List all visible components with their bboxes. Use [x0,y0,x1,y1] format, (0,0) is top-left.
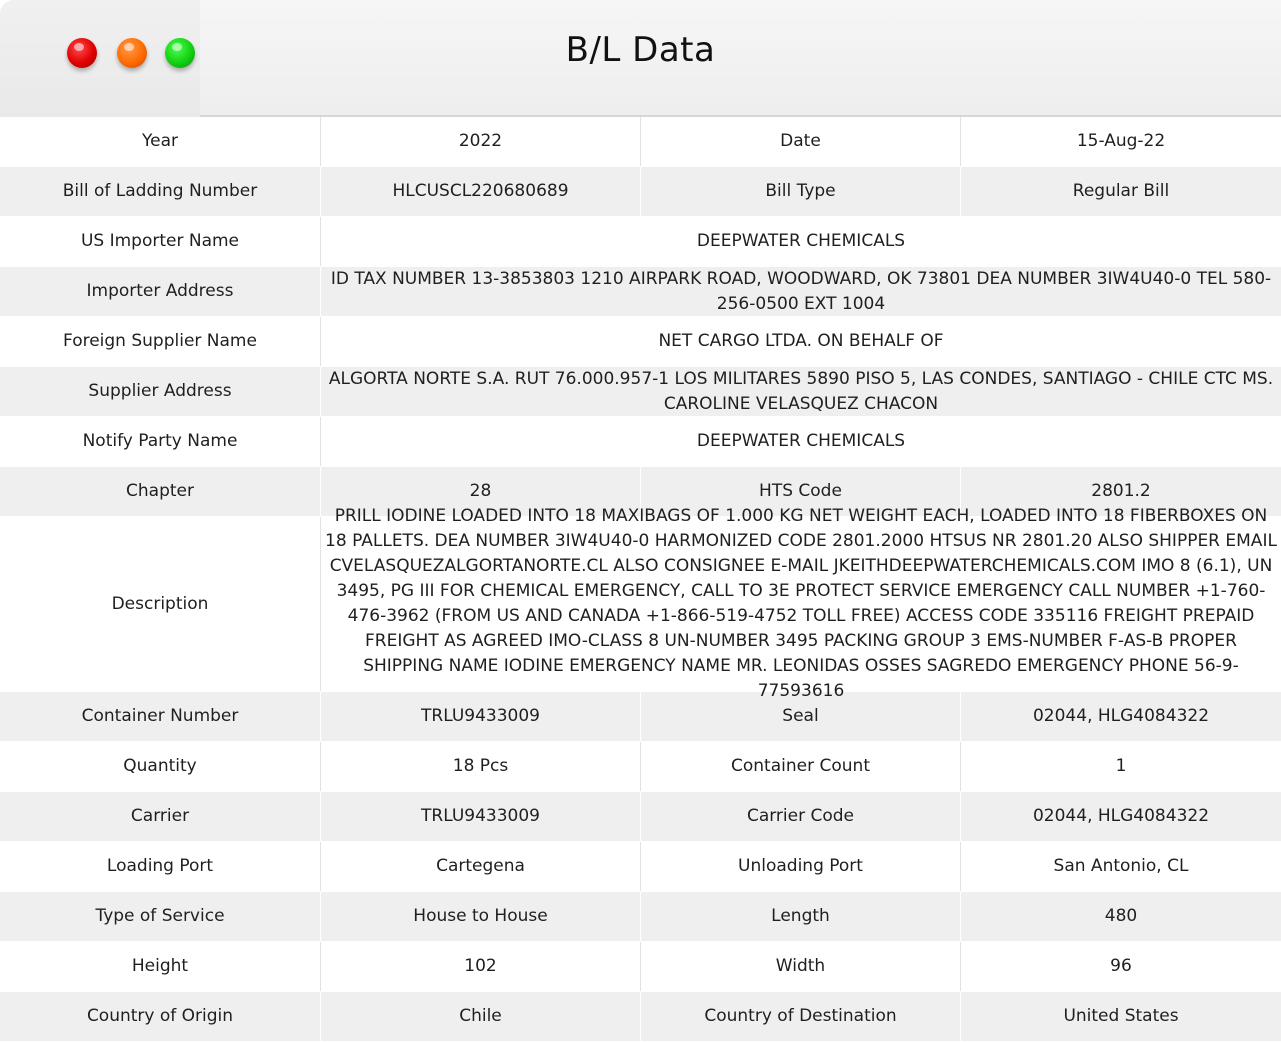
importer-address-label: Importer Address [86,281,234,301]
table-row-country: Country of Origin Chile Country of Desti… [0,992,1281,1042]
title-bar: B/L Data [0,0,1281,117]
width-value: 96 [960,942,1281,991]
chapter-label: Chapter [126,481,194,501]
service-type-label: Type of Service [95,906,225,926]
table-row-height: Height 102 Width 96 [0,942,1281,992]
container-number-value: TRLU9433009 [320,692,640,741]
date-value: 15-Aug-22 [960,117,1281,166]
bill-type-label: Bill Type [640,167,960,216]
table-row-quantity: Quantity 18 Pcs Container Count 1 [0,742,1281,792]
table-row-importer-address: Importer Address ID TAX NUMBER 13-385380… [0,267,1281,317]
table-row-container: Container Number TRLU9433009 Seal 02044,… [0,692,1281,742]
container-count-label: Container Count [640,742,960,791]
container-count-value: 1 [960,742,1281,791]
notify-party-value: DEEPWATER CHEMICALS [320,417,1281,466]
carrier-code-value: 02044, HLG4084322 [960,792,1281,841]
importer-name-value: DEEPWATER CHEMICALS [320,217,1281,266]
quantity-value: 18 Pcs [320,742,640,791]
length-value: 480 [960,892,1281,941]
table-row-year: Year 2022 Date 15-Aug-22 [0,117,1281,167]
window-title: B/L Data [565,30,716,70]
supplier-name-label: Foreign Supplier Name [63,331,257,351]
table-row-supplier-name: Foreign Supplier Name NET CARGO LTDA. ON… [0,317,1281,367]
description-value: PRILL IODINE LOADED INTO 18 MAXIBAGS OF … [320,506,1281,701]
carrier-code-label: Carrier Code [640,792,960,841]
table-row-service: Type of Service House to House Length 48… [0,892,1281,942]
date-label: Date [640,117,960,166]
supplier-name-value: NET CARGO LTDA. ON BEHALF OF [320,317,1281,366]
bill-type-value: Regular Bill [960,167,1281,216]
bill-number-value: HLCUSCL220680689 [320,167,640,216]
loading-port-value: Cartegena [320,842,640,891]
unloading-port-value: San Antonio, CL [960,842,1281,891]
country-destination-label: Country of Destination [640,992,960,1041]
importer-name-label: US Importer Name [80,231,240,251]
carrier-label: Carrier [130,806,190,826]
table-row-supplier-address: Supplier Address ALGORTA NORTE S.A. RUT … [0,367,1281,417]
bl-data-window: B/L Data Year 2022 Date 15-Aug-22 Bill o… [0,0,1281,1043]
year-value: 2022 [320,117,640,166]
country-origin-label: Country of Origin [86,1006,234,1026]
table-row-bill: Bill of Ladding Number HLCUSCL220680689 … [0,167,1281,217]
notify-party-label: Notify Party Name [82,431,238,451]
table-row-importer-name: US Importer Name DEEPWATER CHEMICALS [0,217,1281,267]
height-label: Height [131,956,189,976]
table-row-notify-party: Notify Party Name DEEPWATER CHEMICALS [0,417,1281,467]
height-value: 102 [320,942,640,991]
table-row-description: Description PRILL IODINE LOADED INTO 18 … [0,506,1281,701]
year-label: Year [142,131,178,151]
bill-number-label: Bill of Ladding Number [62,181,258,201]
country-destination-value: United States [960,992,1281,1041]
table-row-ports: Loading Port Cartegena Unloading Port Sa… [0,842,1281,892]
service-type-value: House to House [320,892,640,941]
unloading-port-label: Unloading Port [640,842,960,891]
length-label: Length [640,892,960,941]
supplier-address-value: ALGORTA NORTE S.A. RUT 76.000.957-1 LOS … [320,367,1281,416]
bl-data-table: Year 2022 Date 15-Aug-22 Bill of Ladding… [0,117,1281,1042]
width-label: Width [640,942,960,991]
seal-label: Seal [640,692,960,741]
container-number-label: Container Number [81,706,239,726]
seal-value: 02044, HLG4084322 [960,692,1281,741]
country-origin-value: Chile [320,992,640,1041]
importer-address-value: ID TAX NUMBER 13-3853803 1210 AIRPARK RO… [320,267,1281,316]
supplier-address-label: Supplier Address [88,381,232,401]
table-row-carrier: Carrier TRLU9433009 Carrier Code 02044, … [0,792,1281,842]
quantity-label: Quantity [123,756,197,776]
loading-port-label: Loading Port [106,856,214,876]
carrier-value: TRLU9433009 [320,792,640,841]
description-label: Description [111,593,209,614]
